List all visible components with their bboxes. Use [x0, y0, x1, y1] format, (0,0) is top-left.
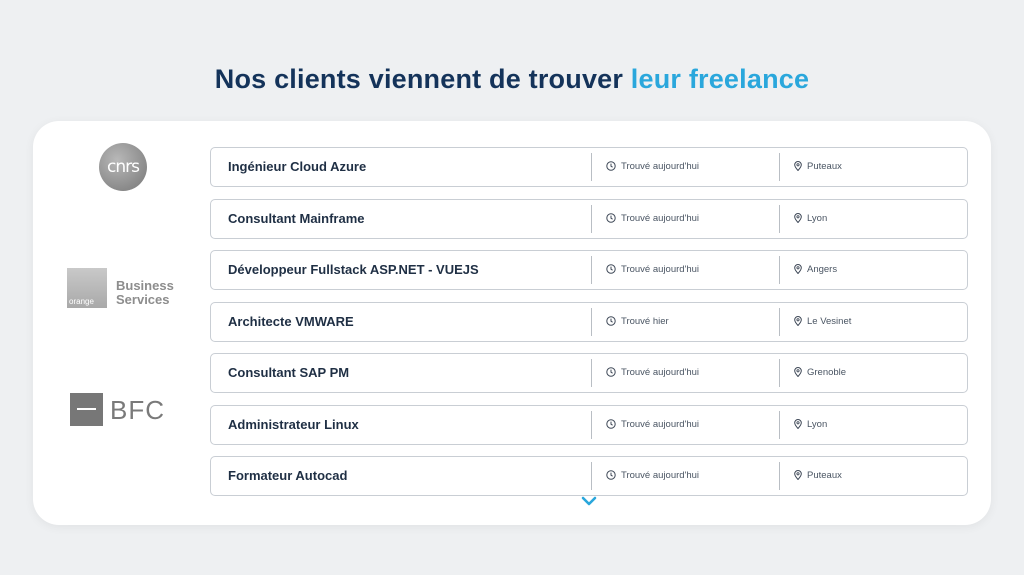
cnrs-logo: cnrs — [99, 143, 147, 191]
map-pin-icon — [794, 315, 802, 326]
found-status: Trouvé aujourd'hui — [606, 419, 699, 430]
map-pin-icon — [794, 264, 802, 274]
clock-icon — [606, 418, 616, 429]
found-text: Trouvé aujourd'hui — [621, 418, 700, 430]
job-title: Architecte VMWARE — [228, 313, 354, 329]
orange-logo-square: orange — [67, 268, 107, 308]
clock-icon — [606, 264, 616, 274]
divider — [779, 307, 780, 336]
chevron-down-icon[interactable] — [580, 494, 598, 508]
location-text: Puteaux — [807, 470, 842, 481]
divider — [591, 410, 592, 439]
clock-icon — [606, 212, 616, 223]
map-pin-icon — [794, 212, 802, 223]
location-text: Lyon — [807, 212, 828, 224]
found-status: Trouvé aujourd'hui — [606, 264, 699, 275]
cnrs-logo-text: cnrs — [107, 157, 140, 177]
results-card: cnrs orange Business Services BFC Ingéni… — [33, 121, 991, 525]
location-text: Lyon — [807, 418, 828, 430]
job-title: Formateur Autocad — [228, 468, 348, 483]
divider — [591, 256, 592, 284]
orange-logo-line2: Services — [116, 292, 170, 307]
found-text: Trouvé aujourd'hui — [621, 161, 700, 172]
divider — [591, 153, 592, 181]
job-row[interactable]: Consultant Mainframe Trouvé aujourd'hui … — [210, 198, 968, 239]
found-text: Trouvé aujourd'hui — [621, 212, 700, 224]
job-row[interactable]: Ingénieur Cloud Azure Trouvé aujourd'hui… — [210, 147, 968, 187]
orange-logo-text: Business Services — [116, 279, 174, 307]
job-row[interactable]: Architecte VMWARE Trouvé hier Le Vesinet — [210, 301, 968, 342]
divider — [779, 410, 780, 439]
found-text: Trouvé aujourd'hui — [621, 264, 700, 275]
job-row[interactable]: Consultant SAP PM Trouvé aujourd'hui Gre… — [210, 353, 968, 393]
divider — [591, 204, 592, 233]
job-title: Ingénieur Cloud Azure — [228, 159, 367, 174]
job-title: Consultant SAP PM — [228, 365, 350, 380]
divider — [779, 359, 780, 387]
found-text: Trouvé hier — [621, 315, 669, 327]
clock-icon — [606, 161, 616, 171]
clock-icon — [606, 367, 616, 377]
divider — [779, 153, 780, 181]
divider — [591, 462, 592, 490]
found-text: Trouvé aujourd'hui — [621, 367, 700, 378]
job-title: Développeur Fullstack ASP.NET - VUEJS — [228, 262, 479, 277]
job-row[interactable]: Administrateur Linux Trouvé aujourd'hui … — [210, 404, 968, 445]
found-status: Trouvé hier — [606, 316, 669, 327]
found-text: Trouvé aujourd'hui — [621, 470, 700, 481]
divider — [591, 359, 592, 387]
orange-logo-line1: Business — [116, 278, 174, 293]
location-text: Le Vesinet — [807, 315, 852, 327]
location: Puteaux — [794, 161, 842, 172]
divider — [779, 256, 780, 284]
orange-logo-tag: orange — [69, 297, 94, 306]
bfc-logo-mark — [70, 393, 103, 426]
divider — [779, 204, 780, 233]
job-row[interactable]: Formateur Autocad Trouvé aujourd'hui Put… — [210, 456, 968, 496]
clock-icon — [606, 470, 616, 480]
found-status: Trouvé aujourd'hui — [606, 367, 699, 378]
location-text: Grenoble — [807, 367, 847, 378]
client-logos: cnrs orange Business Services BFC — [33, 121, 213, 525]
map-pin-icon — [794, 367, 802, 377]
bfc-logo: BFC — [70, 393, 180, 427]
job-title: Consultant Mainframe — [228, 210, 365, 226]
page-title: Nos clients viennent de trouver leur fre… — [0, 64, 1024, 95]
found-status: Trouvé aujourd'hui — [606, 213, 699, 224]
map-pin-icon — [794, 470, 802, 480]
location: Lyon — [794, 419, 827, 430]
location: Lyon — [794, 213, 827, 224]
job-row[interactable]: Développeur Fullstack ASP.NET - VUEJS Tr… — [210, 250, 968, 290]
divider — [591, 307, 592, 336]
map-pin-icon — [794, 161, 802, 171]
location: Angers — [794, 264, 837, 275]
location: Le Vesinet — [794, 316, 851, 327]
orange-business-services-logo: orange Business Services — [67, 268, 197, 312]
divider — [779, 462, 780, 490]
location-text: Puteaux — [807, 161, 842, 172]
location: Grenoble — [794, 367, 846, 378]
location-text: Angers — [807, 264, 838, 275]
clock-icon — [606, 315, 616, 326]
job-list: Ingénieur Cloud Azure Trouvé aujourd'hui… — [210, 147, 968, 508]
location: Puteaux — [794, 470, 842, 481]
title-accent: leur freelance — [630, 64, 810, 94]
map-pin-icon — [794, 418, 802, 429]
bfc-logo-text: BFC — [110, 395, 165, 425]
job-title: Administrateur Linux — [228, 416, 359, 432]
found-status: Trouvé aujourd'hui — [606, 470, 699, 481]
found-status: Trouvé aujourd'hui — [606, 161, 699, 172]
title-main: Nos clients viennent de trouver — [214, 64, 624, 94]
